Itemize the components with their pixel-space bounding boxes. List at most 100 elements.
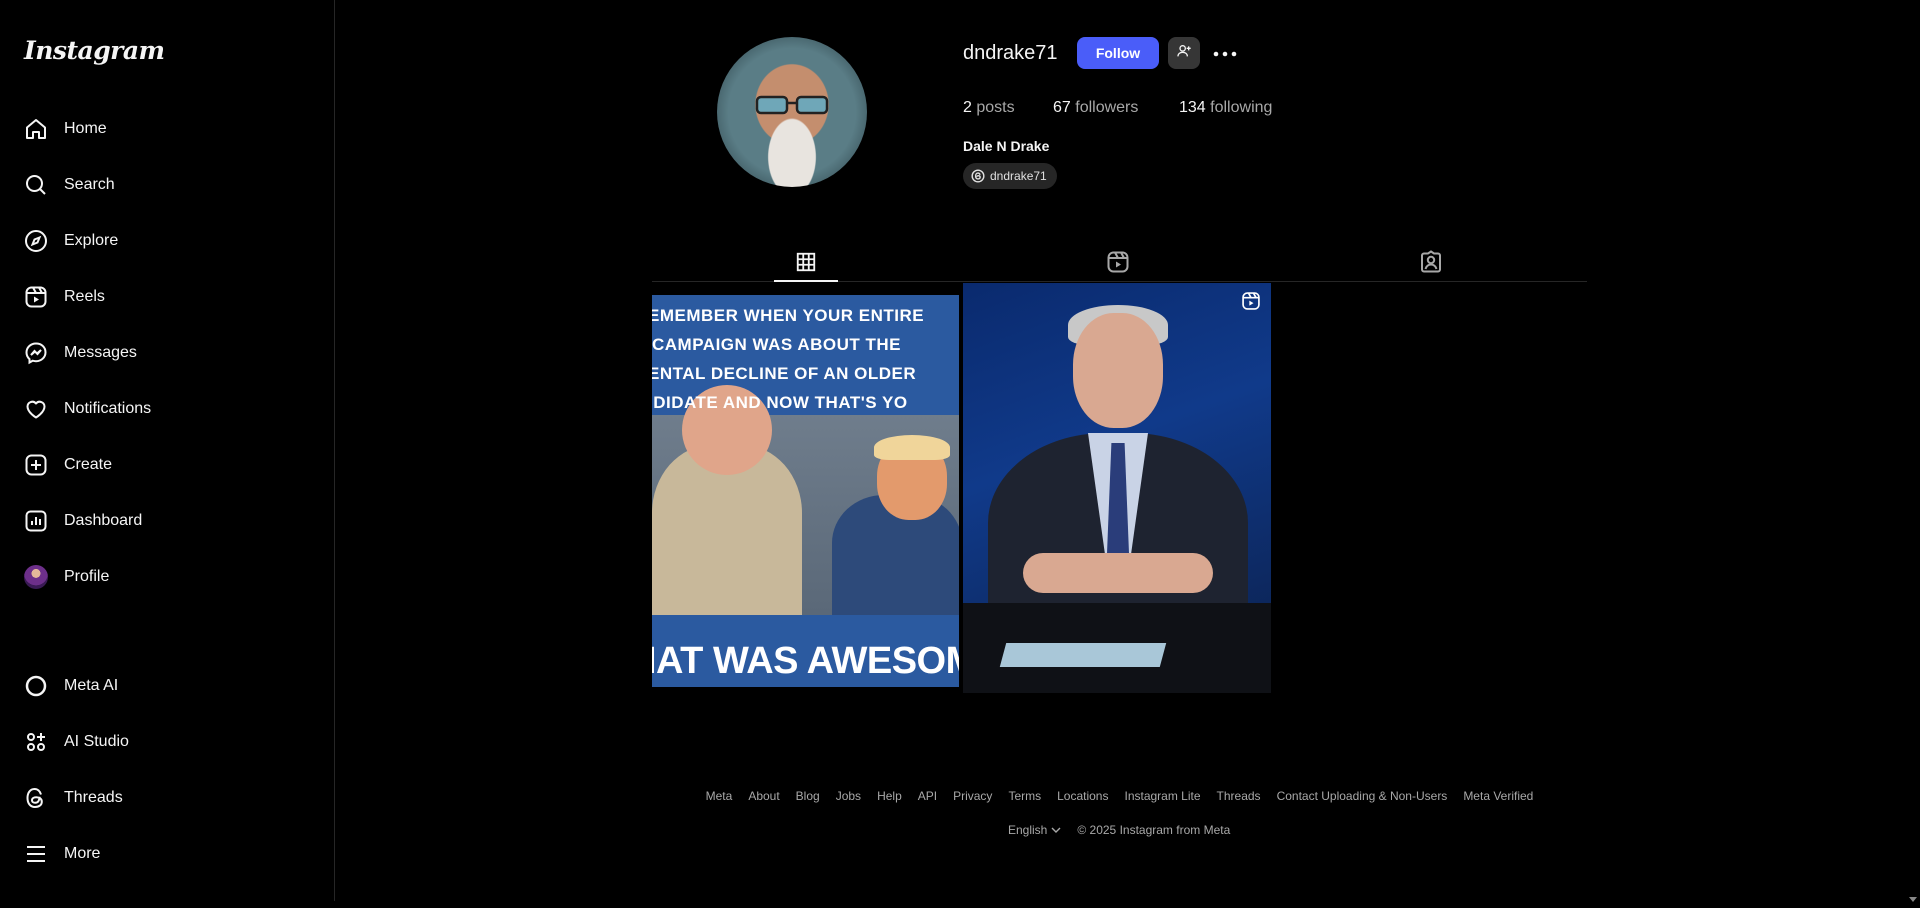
following-count-label: following: [1210, 99, 1273, 116]
sidebar: Instagram Home Search Explore Reels Mess…: [0, 0, 335, 901]
sidebar-item-notifications[interactable]: Notifications: [12, 385, 312, 433]
sidebar-item-create[interactable]: Create: [12, 441, 312, 489]
sidebar-item-search[interactable]: Search: [12, 161, 312, 209]
following-count-value: 134: [1179, 99, 1206, 116]
similar-accounts-button[interactable]: [1168, 37, 1200, 69]
reels-icon: [1106, 250, 1130, 279]
posts-count-label: posts: [976, 99, 1015, 116]
hamburger-menu-icon: [24, 842, 48, 866]
footer-link[interactable]: About: [748, 789, 779, 803]
sidebar-item-reels[interactable]: Reels: [12, 273, 312, 321]
sidebar-item-more[interactable]: More: [12, 830, 312, 878]
tab-posts[interactable]: [774, 246, 838, 282]
caption-line: EMEMBER WHEN YOUR ENTIRE: [652, 306, 925, 325]
following-link[interactable]: 134 following: [1179, 99, 1272, 117]
scroll-down-arrow-icon[interactable]: [1909, 890, 1917, 902]
post-caption-text: EMEMBER WHEN YOUR ENTIRE CAMPAIGN WAS AB…: [652, 301, 959, 417]
followers-link[interactable]: 67 followers: [1053, 99, 1138, 117]
post-image-figure: [1023, 553, 1213, 593]
sidebar-item-label: Search: [64, 176, 115, 193]
sidebar-item-meta-ai[interactable]: Meta AI: [12, 662, 312, 710]
instagram-logo[interactable]: Instagram: [24, 36, 165, 65]
footer-link[interactable]: Jobs: [836, 789, 861, 803]
post-thumbnail[interactable]: [963, 283, 1271, 693]
avatar: [24, 565, 48, 589]
sidebar-item-label: Home: [64, 120, 107, 137]
profile-avatar[interactable]: [717, 37, 867, 187]
plus-square-icon: [24, 453, 48, 477]
footer-link[interactable]: Privacy: [953, 789, 992, 803]
more-options-button[interactable]: [1212, 40, 1238, 66]
post-thumbnail[interactable]: EMEMBER WHEN YOUR ENTIRE CAMPAIGN WAS AB…: [652, 295, 959, 687]
profile-avatar-icon: [24, 565, 48, 589]
tab-reels[interactable]: [1086, 246, 1150, 282]
post-bottom-text: IAT WAS AWESOMI: [652, 635, 959, 687]
profile-username: dndrake71: [963, 42, 1058, 64]
caption-line: ENTAL DECLINE OF AN OLDER: [652, 364, 917, 383]
sidebar-item-profile[interactable]: Profile: [12, 553, 312, 601]
followers-count-value: 67: [1053, 99, 1071, 116]
threads-profile-badge[interactable]: dndrake71: [963, 163, 1057, 189]
sidebar-item-home[interactable]: Home: [12, 105, 312, 153]
footer-links-list: Meta About Blog Jobs Help API Privacy Te…: [706, 789, 1534, 803]
threads-icon: [971, 169, 985, 183]
sidebar-item-label: More: [64, 845, 101, 862]
chevron-down-icon: [1051, 827, 1061, 833]
heart-icon: [24, 397, 48, 421]
sidebar-item-label: Meta AI: [64, 677, 119, 694]
language-selector[interactable]: English: [1008, 823, 1061, 837]
tagged-icon: [1419, 249, 1443, 279]
reels-icon: [24, 285, 48, 309]
home-icon: [24, 117, 48, 141]
sidebar-item-ai-studio[interactable]: AI Studio: [12, 718, 312, 766]
sidebar-item-dashboard[interactable]: Dashboard: [12, 497, 312, 545]
sidebar-item-label: Messages: [64, 344, 137, 361]
grid-icon: [795, 251, 817, 278]
search-icon: [24, 173, 48, 197]
footer-links: Meta About Blog Jobs Help API Privacy Te…: [0, 789, 1920, 803]
sidebar-item-label: AI Studio: [64, 733, 129, 750]
footer-link[interactable]: Meta Verified: [1463, 789, 1533, 803]
tab-tagged[interactable]: [1399, 246, 1463, 282]
footer-bottom: English © 2025 Instagram from Meta: [1008, 823, 1230, 837]
follow-button[interactable]: Follow: [1077, 37, 1159, 69]
language-label: English: [1008, 823, 1048, 837]
glasses-graphic: [755, 95, 829, 115]
posts-count-value: 2: [963, 99, 972, 116]
post-image-figure: [999, 643, 1167, 667]
footer-link[interactable]: Meta: [706, 789, 733, 803]
sidebar-item-messages[interactable]: Messages: [12, 329, 312, 377]
sidebar-item-explore[interactable]: Explore: [12, 217, 312, 265]
sidebar-item-label: Dashboard: [64, 512, 143, 529]
footer-link[interactable]: Help: [877, 789, 902, 803]
add-person-icon: [1176, 43, 1192, 64]
sidebar-item-label: Create: [64, 456, 113, 473]
sidebar-item-label: Reels: [64, 288, 105, 305]
caption-line: CAMPAIGN WAS ABOUT THE: [652, 335, 901, 354]
caption-line: IDIDATE AND NOW THAT'S YO: [652, 393, 908, 412]
footer-link[interactable]: Contact Uploading & Non-Users: [1277, 789, 1448, 803]
footer-link[interactable]: Terms: [1008, 789, 1041, 803]
messenger-icon: [24, 341, 48, 365]
footer-link[interactable]: Instagram Lite: [1124, 789, 1200, 803]
sidebar-item-label: Explore: [64, 232, 119, 249]
post-image-figure: [874, 435, 950, 460]
sidebar-item-label: Notifications: [64, 400, 152, 417]
footer-link[interactable]: Threads: [1217, 789, 1261, 803]
threads-handle: dndrake71: [990, 169, 1047, 183]
reel-indicator-icon: [1241, 291, 1261, 311]
posts-count: 2 posts: [963, 99, 1015, 117]
profile-full-name: Dale N Drake: [963, 138, 1050, 154]
compass-icon: [24, 229, 48, 253]
sidebar-item-label: Profile: [64, 568, 110, 585]
footer-link[interactable]: Locations: [1057, 789, 1108, 803]
followers-count-label: followers: [1075, 99, 1139, 116]
dashboard-icon: [24, 509, 48, 533]
ellipsis-icon: [1213, 44, 1237, 62]
ai-studio-icon: [24, 730, 48, 754]
copyright-text: © 2025 Instagram from Meta: [1077, 823, 1231, 837]
meta-ai-icon: [24, 674, 48, 698]
footer-link[interactable]: Blog: [796, 789, 820, 803]
post-image-figure: [1073, 313, 1163, 428]
footer-link[interactable]: API: [918, 789, 937, 803]
